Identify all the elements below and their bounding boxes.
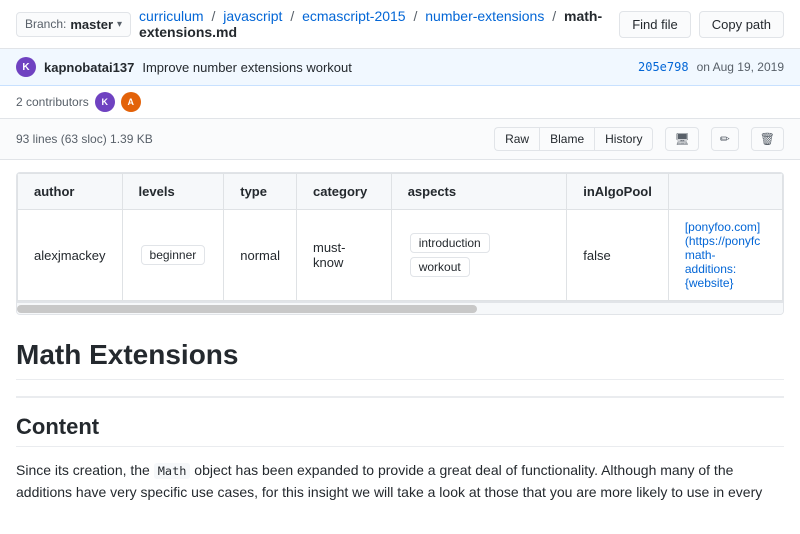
cell-category: must-know bbox=[297, 210, 392, 301]
markdown-content-heading: Content bbox=[16, 414, 784, 447]
branch-label: Branch: bbox=[25, 17, 66, 31]
commit-author[interactable]: kapnobatai137 bbox=[44, 60, 134, 75]
copy-path-button[interactable]: Copy path bbox=[699, 11, 784, 38]
breadcrumb-link-number-extensions[interactable]: number-extensions bbox=[425, 8, 544, 24]
content-text-before-code: Since its creation, the bbox=[16, 462, 150, 478]
level-pill-beginner: beginner bbox=[141, 245, 206, 265]
cell-inAlgoPool: false bbox=[567, 210, 669, 301]
commit-meta: 205e798 on Aug 19, 2019 bbox=[638, 60, 784, 74]
find-file-button[interactable]: Find file bbox=[619, 11, 691, 38]
contributors-label: 2 contributors bbox=[16, 95, 89, 109]
table-wrapper: author levels type category aspects inAl… bbox=[17, 173, 783, 302]
top-bar: Branch: master ▾ curriculum / javascript… bbox=[0, 0, 800, 49]
file-stats: 93 lines (63 sloc) 1.39 KB bbox=[16, 132, 486, 146]
metadata-table: author levels type category aspects inAl… bbox=[17, 173, 783, 301]
breadcrumb-link-curriculum[interactable]: curriculum bbox=[139, 8, 204, 24]
col-header-category: category bbox=[297, 174, 392, 210]
col-header-type: type bbox=[224, 174, 297, 210]
commit-row: K kapnobatai137 Improve number extension… bbox=[0, 49, 800, 86]
contributors-row: 2 contributors K A bbox=[0, 86, 800, 119]
history-button[interactable]: History bbox=[594, 127, 653, 151]
breadcrumb-link-javascript[interactable]: javascript bbox=[223, 8, 282, 24]
section-divider bbox=[16, 396, 784, 398]
breadcrumb-link-ecmascript[interactable]: ecmascript-2015 bbox=[302, 8, 406, 24]
branch-selector[interactable]: Branch: master ▾ bbox=[16, 12, 131, 37]
horizontal-scrollbar[interactable] bbox=[17, 302, 783, 314]
aspect-pill-workout: workout bbox=[410, 257, 470, 277]
cell-aspects: introduction workout bbox=[391, 210, 567, 301]
col-header-levels: levels bbox=[122, 174, 224, 210]
cell-levels: beginner bbox=[122, 210, 224, 301]
contributor-avatar-1: K bbox=[95, 92, 115, 112]
raw-button[interactable]: Raw bbox=[494, 127, 539, 151]
chevron-down-icon: ▾ bbox=[117, 19, 122, 30]
avatar: K bbox=[16, 57, 36, 77]
desktop-icon-button[interactable]: 🖥 bbox=[665, 127, 698, 151]
file-content: author levels type category aspects inAl… bbox=[16, 172, 784, 315]
top-actions: Find file Copy path bbox=[619, 11, 784, 38]
math-code: Math bbox=[154, 463, 191, 479]
file-info-bar: 93 lines (63 sloc) 1.39 KB Raw Blame His… bbox=[0, 119, 800, 160]
delete-icon-button[interactable]: 🗑 bbox=[751, 127, 784, 151]
markdown-body: Math Extensions Content Since its creati… bbox=[0, 315, 800, 528]
commit-sha[interactable]: 205e798 bbox=[638, 60, 689, 74]
breadcrumb: curriculum / javascript / ecmascript-201… bbox=[139, 8, 611, 40]
col-header-author: author bbox=[18, 174, 123, 210]
markdown-title: Math Extensions bbox=[16, 339, 784, 380]
scroll-thumb bbox=[17, 305, 477, 313]
commit-message: Improve number extensions workout bbox=[142, 60, 352, 75]
contributor-avatar-2: A bbox=[121, 92, 141, 112]
col-header-inAlgoPool: inAlgoPool bbox=[567, 174, 669, 210]
commit-date: on Aug 19, 2019 bbox=[697, 60, 784, 74]
file-actions: Raw Blame History bbox=[494, 127, 653, 151]
cell-type: normal bbox=[224, 210, 297, 301]
table-row: alexjmackey beginner normal must-know in… bbox=[18, 210, 783, 301]
markdown-content-paragraph: Since its creation, the Math object has … bbox=[16, 459, 784, 504]
blame-button[interactable]: Blame bbox=[539, 127, 594, 151]
aspect-pill-introduction: introduction bbox=[410, 233, 490, 253]
col-header-extra bbox=[668, 174, 782, 210]
branch-name: master bbox=[70, 17, 113, 32]
cell-author: alexjmackey bbox=[18, 210, 123, 301]
cell-extra: [ponyfoo.com] (https://ponyfc math-addit… bbox=[668, 210, 782, 301]
col-header-aspects: aspects bbox=[391, 174, 567, 210]
edit-icon-button[interactable]: ✏ bbox=[711, 127, 739, 151]
